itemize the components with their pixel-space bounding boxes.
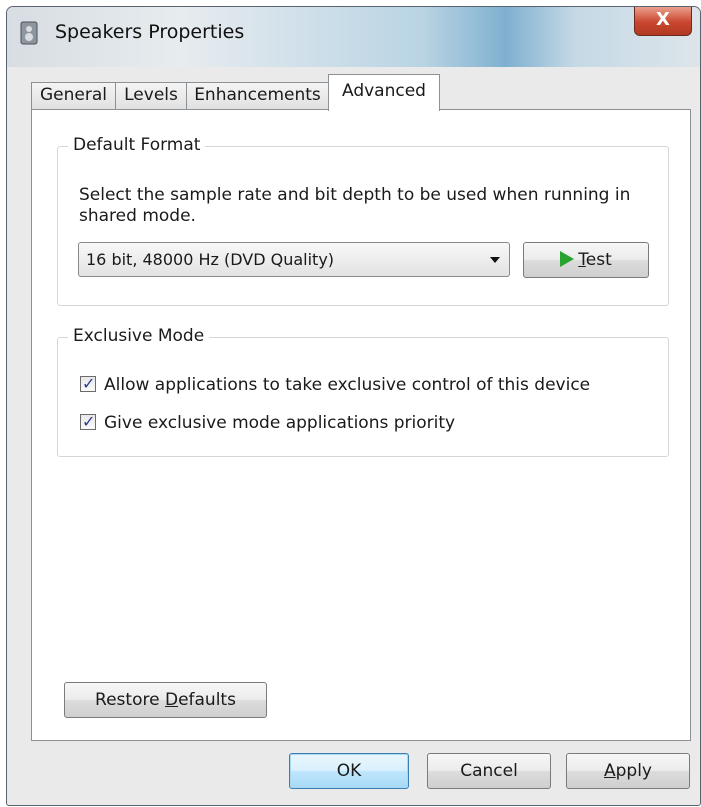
chevron-down-icon [490,257,500,263]
restore-defaults-button[interactable]: Restore Defaults [64,682,267,718]
exclusive-mode-group: Exclusive Mode ✓ Allow applications to t… [57,326,669,457]
allow-exclusive-control-label: Allow applications to take exclusive con… [104,375,591,395]
exclusive-mode-legend: Exclusive Mode [68,326,210,346]
selected-format: 16 bit, 48000 Hz (DVD Quality) [86,250,335,269]
ok-label: OK [336,761,362,781]
sample-rate-dropdown[interactable]: 16 bit, 48000 Hz (DVD Quality) [78,242,510,277]
default-format-legend: Default Format [68,135,206,155]
exclusive-priority-label: Give exclusive mode applications priorit… [104,413,456,433]
speakers-properties-dialog: Speakers Properties X General Levels Enh… [6,6,701,806]
default-format-group: Default Format Select the sample rate an… [57,135,669,306]
advanced-tab-panel: Default Format Select the sample rate an… [31,109,691,741]
restore-label-pre: Restore [95,690,165,710]
cancel-label: Cancel [460,761,518,781]
tab-bar: General Levels Enhancements Advanced [31,74,691,111]
close-button[interactable]: X [634,7,692,36]
checkmark-icon: ✓ [82,412,96,431]
test-button[interactable]: Test [523,242,649,278]
restore-label-mnemonic: D [164,690,179,710]
apply-label-mnemonic: A [603,761,616,781]
checkmark-icon: ✓ [82,374,96,393]
play-icon [560,250,575,267]
title-bar[interactable]: Speakers Properties X [7,7,700,67]
apply-button[interactable]: Apply [566,753,690,789]
tab-general[interactable]: General [31,82,116,109]
tab-label: Levels [124,85,178,105]
window-title: Speakers Properties [55,21,245,43]
exclusive-priority-checkbox[interactable]: ✓ [80,412,96,431]
test-label-rest: est [585,250,612,270]
apply-label-rest: pply [615,761,652,781]
allow-exclusive-control-checkbox[interactable]: ✓ [80,374,96,393]
tab-enhancements[interactable]: Enhancements [186,82,329,109]
tab-label: Enhancements [194,85,321,105]
speaker-icon [20,21,38,45]
default-format-description: Select the sample rate and bit depth to … [79,185,631,226]
ok-button[interactable]: OK [289,753,409,789]
tab-levels[interactable]: Levels [115,82,187,109]
tab-advanced[interactable]: Advanced [328,74,440,111]
close-icon: X [656,9,670,30]
restore-label-post: efaults [178,690,236,710]
tab-label: General [40,85,107,105]
cancel-button[interactable]: Cancel [427,753,551,789]
tab-label: Advanced [342,81,426,101]
test-label-mnemonic: T [578,250,586,270]
